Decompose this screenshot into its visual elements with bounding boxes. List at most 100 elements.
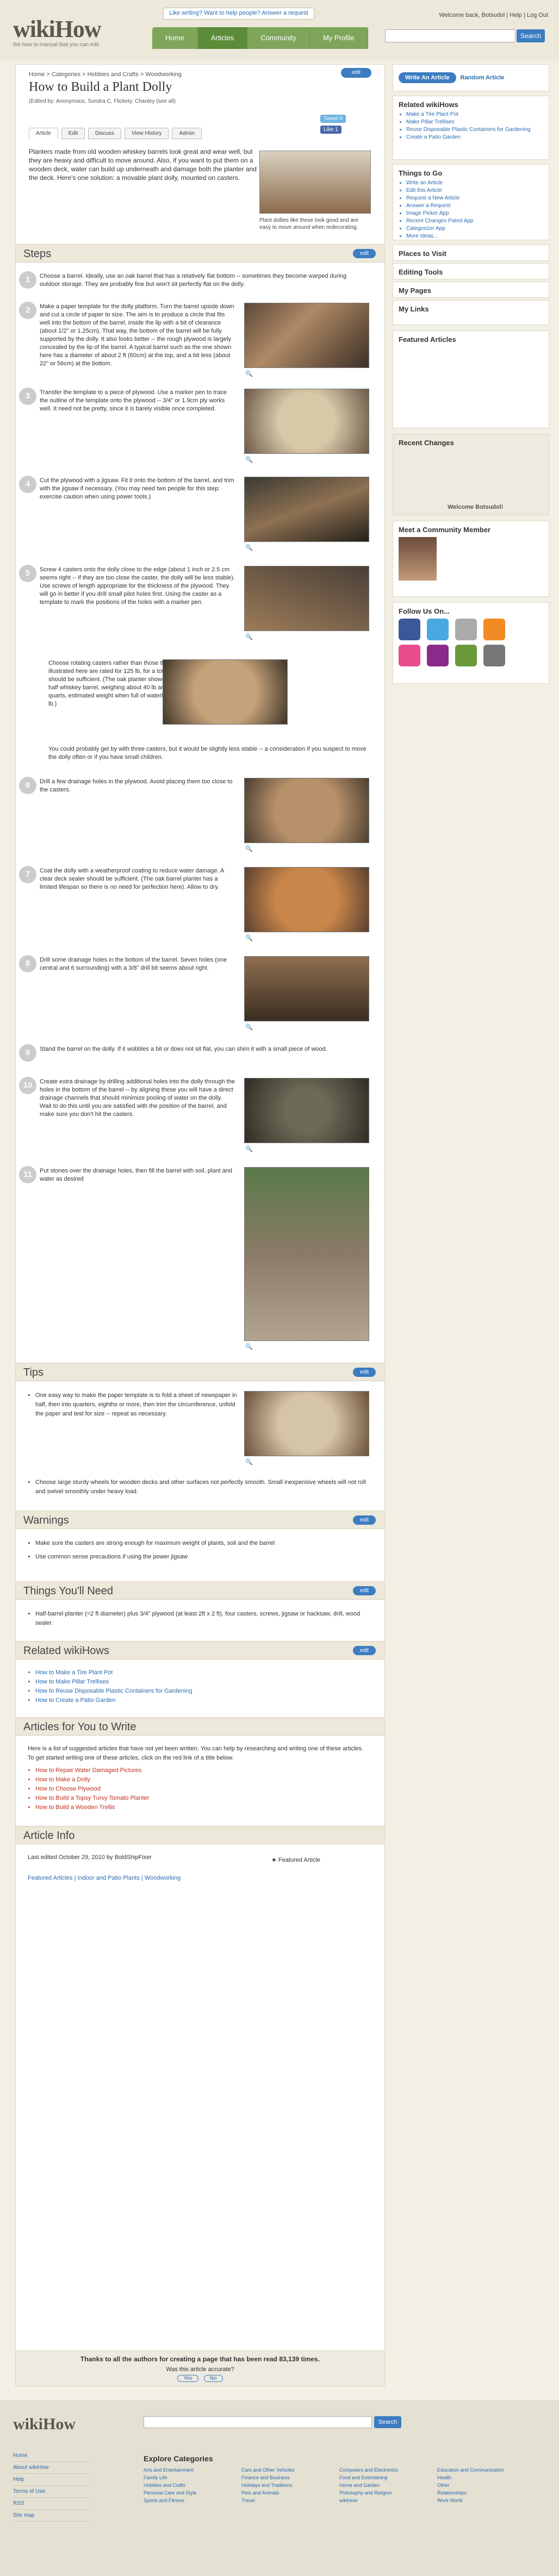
step-image[interactable]: [244, 867, 369, 932]
zoom-icon[interactable]: 🔍: [245, 1145, 253, 1152]
category-link[interactable]: Food and Entertaining: [339, 2475, 437, 2480]
steps-edit-button[interactable]: edit: [353, 249, 376, 258]
stumbleupon-icon[interactable]: [455, 645, 477, 666]
iphone-icon[interactable]: [483, 645, 505, 666]
no-button[interactable]: No: [203, 2375, 223, 2382]
category-link[interactable]: Arts and Entertainment: [144, 2467, 241, 2473]
warnings-edit-button[interactable]: edit: [353, 1515, 376, 1525]
logo[interactable]: wikiHow the how to manual that you can e…: [13, 15, 102, 48]
breadcrumb[interactable]: Home > Categories > Hobbies and Crafts >…: [29, 71, 182, 78]
zoom-icon[interactable]: 🔍: [245, 370, 253, 377]
search-input[interactable]: [385, 29, 515, 42]
related-link[interactable]: How to Make Pillar Trellises: [35, 1677, 370, 1687]
list-item[interactable]: More Ideas...: [406, 233, 543, 240]
category-link[interactable]: wikiHow: [339, 2498, 437, 2503]
tab-edit[interactable]: Edit: [61, 128, 85, 139]
zoom-icon[interactable]: 🔍: [245, 633, 253, 640]
write-link[interactable]: How to Make a Dolly: [35, 1775, 370, 1785]
related-edit-button[interactable]: edit: [353, 1646, 376, 1655]
list-item[interactable]: Make Pillar Trellises: [406, 118, 543, 126]
related-link[interactable]: How to Create a Patio Garden: [35, 1696, 370, 1705]
category-link[interactable]: Relationships: [437, 2490, 535, 2496]
step-image[interactable]: [244, 1167, 369, 1341]
tab-article[interactable]: Article: [29, 128, 58, 139]
things-edit-button[interactable]: edit: [353, 1586, 376, 1595]
footer-link[interactable]: About wikiHow: [13, 2462, 89, 2474]
footer-search-input[interactable]: [144, 2416, 372, 2428]
flickr-icon[interactable]: [399, 645, 420, 666]
zoom-icon[interactable]: 🔍: [245, 934, 253, 941]
category-link[interactable]: Pets and Animals: [241, 2490, 339, 2496]
tweet-button[interactable]: Tweet 0: [320, 115, 346, 123]
places-box[interactable]: Places to Visit: [393, 245, 549, 261]
list-item[interactable]: Write an Article: [406, 179, 543, 187]
footer-link[interactable]: Home: [13, 2450, 89, 2462]
write-link[interactable]: How to Build a Topsy Turvy Tomato Plante…: [35, 1794, 370, 1803]
facebook-icon[interactable]: [399, 619, 420, 640]
twitter-icon[interactable]: [427, 619, 449, 640]
category-link[interactable]: Sports and Fitness: [144, 2498, 241, 2503]
search-button[interactable]: Search: [517, 29, 545, 42]
list-item[interactable]: Answer a Request: [406, 202, 543, 210]
category-link[interactable]: Holidays and Traditions: [241, 2483, 339, 2488]
related-link[interactable]: How to Make a Tire Plant Pot: [35, 1668, 370, 1677]
category-link[interactable]: Health: [437, 2475, 535, 2480]
step-image[interactable]: [244, 956, 369, 1021]
tab-admin[interactable]: Admin: [172, 128, 202, 139]
step-image[interactable]: [244, 778, 369, 843]
category-link[interactable]: Other: [437, 2483, 535, 2488]
random-article-button[interactable]: Random Article: [461, 74, 505, 81]
step-image[interactable]: [244, 389, 369, 454]
igoogle-icon[interactable]: [455, 619, 477, 640]
tab-view-history[interactable]: View History: [125, 128, 169, 139]
list-item[interactable]: Reuse Disposable Plastic Containers for …: [406, 126, 543, 134]
zoom-icon[interactable]: 🔍: [245, 845, 253, 852]
category-link[interactable]: Philosophy and Religion: [339, 2490, 437, 2496]
list-item[interactable]: Make a Tire Plant Pot: [406, 111, 543, 118]
category-link[interactable]: Personal Care and Style: [144, 2490, 241, 2496]
category-link[interactable]: Hobbies and Crafts: [144, 2483, 241, 2488]
list-item[interactable]: Recent Changes Patrol App: [406, 217, 543, 225]
rss-icon[interactable]: [483, 619, 505, 640]
list-item[interactable]: Categorizer App: [406, 225, 543, 233]
zoom-icon[interactable]: 🔍: [245, 1458, 253, 1465]
category-link[interactable]: Finance and Business: [241, 2475, 339, 2480]
category-link[interactable]: Travel: [241, 2498, 339, 2503]
nav-tab-my-profile[interactable]: My Profile: [310, 27, 368, 49]
write-link[interactable]: How to Build a Wooden Trellis: [35, 1803, 370, 1812]
like-button[interactable]: Like 1: [320, 126, 341, 134]
category-link[interactable]: Home and Garden: [339, 2483, 437, 2488]
yahoo-icon[interactable]: [427, 645, 449, 666]
zoom-icon[interactable]: 🔍: [245, 1024, 253, 1031]
list-item[interactable]: Create a Patio Garden: [406, 134, 543, 141]
step-image[interactable]: [244, 1078, 369, 1143]
related-link[interactable]: How to Reuse Disposable Plastic Containe…: [35, 1687, 370, 1696]
tab-discuss[interactable]: Discuss: [88, 128, 122, 139]
nav-tab-home[interactable]: Home: [152, 27, 198, 49]
footer-link[interactable]: RSS: [13, 2498, 89, 2510]
write-link[interactable]: How to Choose Plywood: [35, 1785, 370, 1794]
categories-links[interactable]: Featured Articles | Indoor and Patio Pla…: [28, 1874, 370, 1883]
edit-article-button[interactable]: edit: [341, 68, 371, 78]
write-article-button[interactable]: Write An Article: [399, 72, 456, 83]
zoom-icon[interactable]: 🔍: [245, 456, 253, 463]
zoom-icon[interactable]: 🔍: [245, 1343, 253, 1350]
category-link[interactable]: Work World: [437, 2498, 535, 2503]
step-image[interactable]: [244, 566, 369, 631]
step-image[interactable]: [244, 477, 369, 542]
footer-link[interactable]: Site map: [13, 2510, 89, 2522]
footer-search-button[interactable]: Search: [374, 2416, 401, 2428]
nav-tab-community[interactable]: Community: [247, 27, 310, 49]
category-link[interactable]: Education and Communication: [437, 2467, 535, 2473]
footer-link[interactable]: Terms of Use: [13, 2486, 89, 2498]
list-item[interactable]: Request a New Article: [406, 195, 543, 202]
step-image[interactable]: [163, 659, 288, 725]
footer-logo[interactable]: wikiHow: [13, 2415, 76, 2434]
category-link[interactable]: Family Life: [144, 2475, 241, 2480]
welcome-user-text[interactable]: Welcome back, Botsudol | Help | Log Out: [439, 12, 548, 18]
nav-tab-articles[interactable]: Articles: [197, 27, 248, 49]
footer-link[interactable]: Help: [13, 2474, 89, 2486]
my-pages-box[interactable]: My Pages: [393, 282, 549, 298]
category-link[interactable]: Cars and Other Vehicles: [241, 2467, 339, 2473]
welcome-user-button[interactable]: Welcome Botsudol!: [448, 504, 503, 510]
